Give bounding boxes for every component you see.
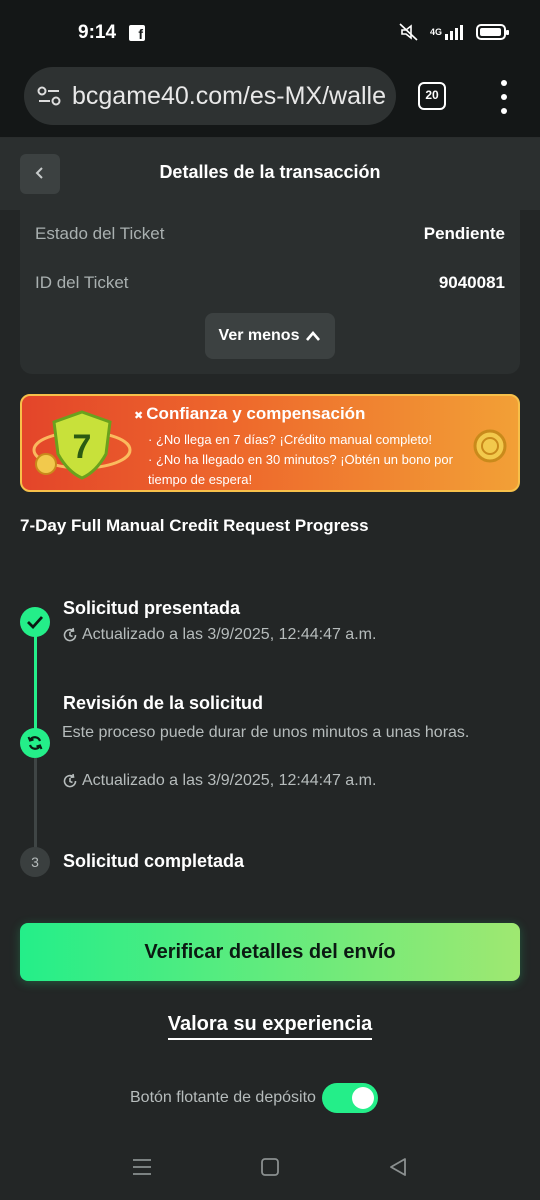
banner-title: ✖ Confianza y compensación <box>134 404 366 423</box>
step-title-submitted: Solicitud presentada <box>63 598 241 618</box>
detail-value: Pendiente <box>423 224 505 243</box>
check-icon <box>20 607 50 637</box>
coin-icon <box>473 429 507 463</box>
url-text[interactable]: bcgame40.com/es-MX/walle <box>72 82 386 111</box>
in-progress-sync-icon <box>20 728 50 758</box>
banner-line-2: · ¿No ha llegado en 30 minutos? ¡Obtén u… <box>148 452 453 467</box>
toggle-label: Botón flotante de depósito <box>130 1089 316 1106</box>
site-settings-icon[interactable] <box>36 85 62 107</box>
signal-icon <box>445 25 463 40</box>
floating-deposit-toggle-row: Botón flotante de depósito <box>130 1083 378 1113</box>
status-bar: 9:14 f 4G <box>0 0 540 64</box>
transaction-details-card: Estado del Ticket Pendiente ID del Ticke… <box>20 210 520 374</box>
browser-menu-icon[interactable] <box>495 80 513 114</box>
signal-label: 4G <box>429 27 442 37</box>
ver-menos-label: Ver menos <box>218 327 300 344</box>
page-header: Detalles de la transacción <box>0 138 540 210</box>
status-time: 9:14 <box>78 22 117 43</box>
badge-number: 7 <box>73 428 92 466</box>
facebook-icon: f <box>129 25 145 42</box>
banner-line-3: tiempo de espera! <box>148 472 253 487</box>
progress-title: 7-Day Full Manual Credit Request Progres… <box>20 516 369 535</box>
clock-refresh-icon <box>63 773 77 788</box>
step-title-completed: Solicitud completada <box>63 851 245 871</box>
step-number-badge: 3 <box>20 847 50 877</box>
trust-compensation-banner[interactable]: 7 ✖ Confianza y compensación · ¿No llega… <box>20 394 520 492</box>
detail-label: Estado del Ticket <box>35 224 165 243</box>
detail-label: ID del Ticket <box>35 273 129 292</box>
recent-apps-icon[interactable] <box>131 1156 153 1178</box>
step-title-review: Revisión de la solicitud <box>63 693 264 713</box>
ver-menos-button[interactable]: Ver menos <box>205 313 335 359</box>
step-time: Actualizado a las 3/9/2025, 12:44:47 a.m… <box>62 626 376 644</box>
timeline-connector-complete <box>34 636 37 730</box>
chevron-up-icon <box>306 331 321 341</box>
mute-icon <box>399 23 418 41</box>
system-nav-bar <box>0 1140 540 1200</box>
shield-badge-icon: 7 <box>32 410 132 480</box>
step-time: Actualizado a las 3/9/2025, 12:44:47 a.m… <box>62 772 376 790</box>
detail-row-ticket-id: ID del Ticket 9040081 <box>35 273 505 293</box>
tabs-button[interactable]: 20 <box>418 82 446 110</box>
home-icon[interactable] <box>259 1156 281 1178</box>
battery-icon <box>476 24 509 40</box>
rate-experience-link[interactable]: Valora su experiencia <box>167 1013 373 1040</box>
detail-row-ticket-status: Estado del Ticket Pendiente <box>35 224 505 244</box>
floating-deposit-toggle[interactable] <box>321 1083 378 1113</box>
step-description: Este proceso puede durar de unos minutos… <box>62 724 470 741</box>
browser-toolbar: bcgame40.com/es-MX/walle 20 <box>0 64 540 138</box>
detail-value: 9040081 <box>438 273 505 292</box>
verify-shipment-button[interactable]: Verificar detalles del envío <box>20 923 520 981</box>
status-icons: 4G <box>398 22 509 42</box>
url-bar[interactable]: bcgame40.com/es-MX/walle <box>24 67 396 125</box>
timeline-connector-pending <box>34 758 37 848</box>
back-nav-icon[interactable] <box>387 1156 409 1178</box>
clock-refresh-icon <box>63 627 77 642</box>
page-title: Detalles de la transacción <box>159 162 381 182</box>
toggle-knob <box>351 1087 374 1109</box>
banner-line-1: · ¿No llega en 7 días? ¡Crédito manual c… <box>148 432 432 447</box>
rate-experience-container: Valora su experiencia <box>0 1013 540 1040</box>
